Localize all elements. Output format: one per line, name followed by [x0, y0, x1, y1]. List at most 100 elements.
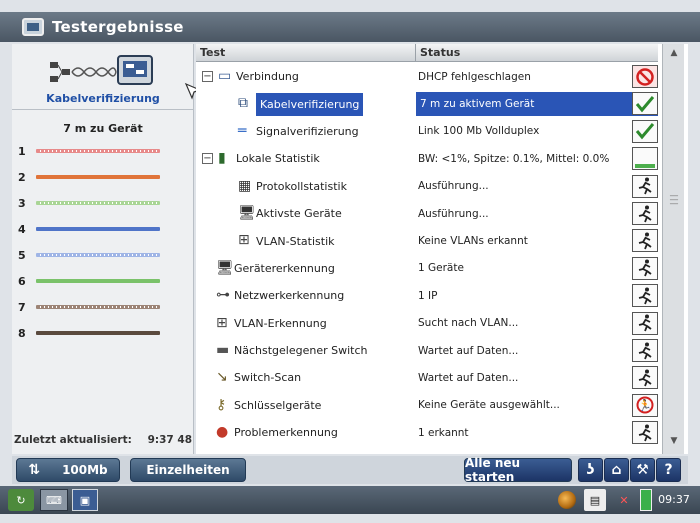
- test-name: Gerätererkennung: [234, 261, 335, 275]
- table-row[interactable]: 🖥 Gerätererkennung 1 Geräte: [196, 255, 658, 282]
- pass-check-icon[interactable]: [632, 92, 658, 116]
- test-cell: ⊶ Netzwerkerkennung: [196, 282, 416, 309]
- speaker-muted-icon[interactable]: ✕: [612, 489, 636, 511]
- table-row[interactable]: ▬ Nächstgelegener Switch Wartet auf Daten.…: [196, 337, 658, 364]
- button-bar: ⇅ 100Mb Einzelheiten Alle neu starten ʖ …: [12, 456, 688, 484]
- wire-pair-line: [36, 227, 160, 231]
- speed-button[interactable]: ⇅ 100Mb: [16, 458, 120, 482]
- wire-pair-number: 2: [18, 170, 26, 184]
- table-row[interactable]: ⊞ VLAN-Statistik Keine VLANs erkannt: [196, 227, 658, 254]
- test-name: Lokale Statistik: [236, 152, 320, 166]
- status-cell: Link 100 Mb Vollduplex: [418, 125, 540, 138]
- stats-icon: ▮: [218, 150, 226, 167]
- running-icon[interactable]: [632, 421, 658, 445]
- test-cell: ⚷ Schlüsselgeräte: [196, 392, 416, 419]
- status-cell: 1 IP: [418, 289, 438, 302]
- table-row[interactable]: ═ Signalverifizierung Link 100 Mb Volldupl…: [196, 118, 658, 145]
- test-name: Netzwerkerkennung: [234, 289, 345, 303]
- clipboard-icon[interactable]: ▤: [584, 489, 606, 511]
- column-header-test[interactable]: Test: [196, 44, 416, 61]
- wire-pair-line: [36, 253, 160, 257]
- table-row[interactable]: ⊶ Netzwerkerkennung 1 IP: [196, 282, 658, 309]
- progress-icon[interactable]: [632, 147, 658, 171]
- cable-panel: Kabelverifizierung 7 m zu Gerät 1 2 3 4 5 6 7 8…: [12, 44, 194, 454]
- wire-pair-line: [36, 201, 160, 205]
- wire-pair-5: 5: [18, 248, 188, 262]
- wire-pair-line: [36, 305, 160, 309]
- keyboard-icon[interactable]: ⌨: [40, 489, 68, 511]
- test-name: Aktivste Geräte: [256, 207, 342, 221]
- collapse-toggle-icon[interactable]: −: [202, 71, 213, 82]
- status-cell: Wartet auf Daten...: [418, 371, 519, 384]
- table-row[interactable]: 🖥 Aktivste Geräte Ausführung...: [196, 200, 658, 227]
- running-icon[interactable]: [632, 229, 658, 253]
- app-monitor-icon: [22, 18, 44, 36]
- restart-all-button[interactable]: Alle neu starten: [464, 456, 572, 484]
- speed-button-label: 100Mb: [62, 463, 108, 477]
- blocked-runner-icon[interactable]: 🏃: [632, 393, 658, 417]
- status-cell: Ausführung...: [418, 207, 489, 220]
- scroll-grip-icon[interactable]: — — —: [668, 192, 680, 209]
- table-rows: − ▭ Verbindung DHCP fehlgeschlagen ⧉ Kabelver…: [196, 63, 658, 446]
- wire-pair-4: 4: [18, 222, 188, 236]
- column-header-status[interactable]: Status: [416, 44, 658, 61]
- switch-icon: ▬: [216, 341, 230, 358]
- test-cell: ▦ Protokollstatistik: [196, 173, 416, 200]
- running-icon[interactable]: [632, 256, 658, 280]
- wire-pair-number: 5: [18, 248, 26, 262]
- pass-check-icon[interactable]: [632, 119, 658, 143]
- wire-pair-8: 8: [18, 326, 188, 340]
- details-button[interactable]: Einzelheiten: [130, 458, 246, 482]
- running-icon[interactable]: [632, 174, 658, 198]
- test-cell: ⊞ VLAN-Erkennung: [196, 310, 416, 337]
- status-orb-icon[interactable]: [556, 489, 578, 511]
- running-icon[interactable]: [632, 366, 658, 390]
- table-row[interactable]: ⚷ Schlüsselgeräte Keine Geräte ausgewählt.…: [196, 392, 658, 419]
- scroll-down-icon[interactable]: ▼: [666, 436, 682, 450]
- fail-icon[interactable]: [632, 65, 658, 88]
- screen: Testergebnisse Kabelverifizierung 7 m zu…: [0, 0, 700, 523]
- home-icon[interactable]: ⌂: [604, 458, 629, 482]
- status-cell: 1 Geräte: [418, 262, 464, 275]
- result-icon-column: 🏃: [630, 44, 660, 454]
- table-row[interactable]: − ▮ Lokale Statistik BW: <1%, Spitze: 0.1%,…: [196, 145, 658, 172]
- running-icon[interactable]: [632, 284, 658, 308]
- table-row[interactable]: ⊞ VLAN-Erkennung Sucht nach VLAN...: [196, 310, 658, 337]
- collapse-toggle-icon[interactable]: −: [202, 153, 213, 165]
- table-row[interactable]: ↘ Switch-Scan Wartet auf Daten...: [196, 364, 658, 391]
- vertical-scrollbar[interactable]: ▲ — — — ▼: [662, 44, 684, 454]
- table-row[interactable]: − ▭ Verbindung DHCP fehlgeschlagen: [196, 63, 658, 90]
- cable-verification-tab[interactable]: Kabelverifizierung: [12, 92, 194, 110]
- scroll-up-icon[interactable]: ▲: [666, 48, 682, 62]
- vlan-icon: ⊞: [238, 232, 250, 249]
- test-name: Problemerkennung: [234, 426, 338, 440]
- status-cell: Sucht nach VLAN...: [418, 317, 519, 330]
- wire-pair-line: [36, 175, 160, 179]
- wire-pair-number: 8: [18, 326, 26, 340]
- test-cell: ↘ Switch-Scan: [196, 364, 416, 391]
- wire-pair-2: 2: [18, 170, 188, 184]
- table-row[interactable]: ▦ Protokollstatistik Ausführung...: [196, 173, 658, 200]
- running-icon[interactable]: [632, 339, 658, 362]
- swap-arrows-icon: ⇅: [28, 462, 41, 478]
- distance-label: 7 m zu Gerät: [63, 122, 143, 135]
- tools-icon[interactable]: ⚒: [630, 458, 655, 482]
- taskbar: ↻ ⌨ ▣ ▤ ✕ 09:37: [0, 486, 700, 514]
- test-name: Verbindung: [236, 70, 299, 84]
- running-icon[interactable]: [632, 311, 658, 335]
- table-row[interactable]: ● Problemerkennung 1 erkannt: [196, 419, 658, 446]
- scan-icon: ↘: [216, 369, 228, 386]
- wire-pair-line: [36, 331, 160, 335]
- hook-icon[interactable]: ʖ: [578, 458, 603, 482]
- table-row[interactable]: ⧉ Kabelverifizierung 7 m zu aktivem Gerät: [196, 90, 658, 117]
- running-icon[interactable]: [632, 202, 658, 225]
- test-name: Kabelverifizierung: [256, 92, 364, 116]
- start-icon[interactable]: ↻: [8, 489, 34, 511]
- test-name: VLAN-Erkennung: [234, 316, 327, 330]
- wire-pair-7: 7: [18, 300, 188, 314]
- app-switch-icon[interactable]: ▣: [72, 489, 98, 511]
- wire-pair-line: [36, 279, 160, 283]
- test-results-table: Test Status − ▭ Verbindung DHCP fehlgeschla…: [196, 44, 688, 454]
- help-icon[interactable]: ?: [656, 458, 681, 482]
- status-cell: DHCP fehlgeschlagen: [418, 70, 531, 83]
